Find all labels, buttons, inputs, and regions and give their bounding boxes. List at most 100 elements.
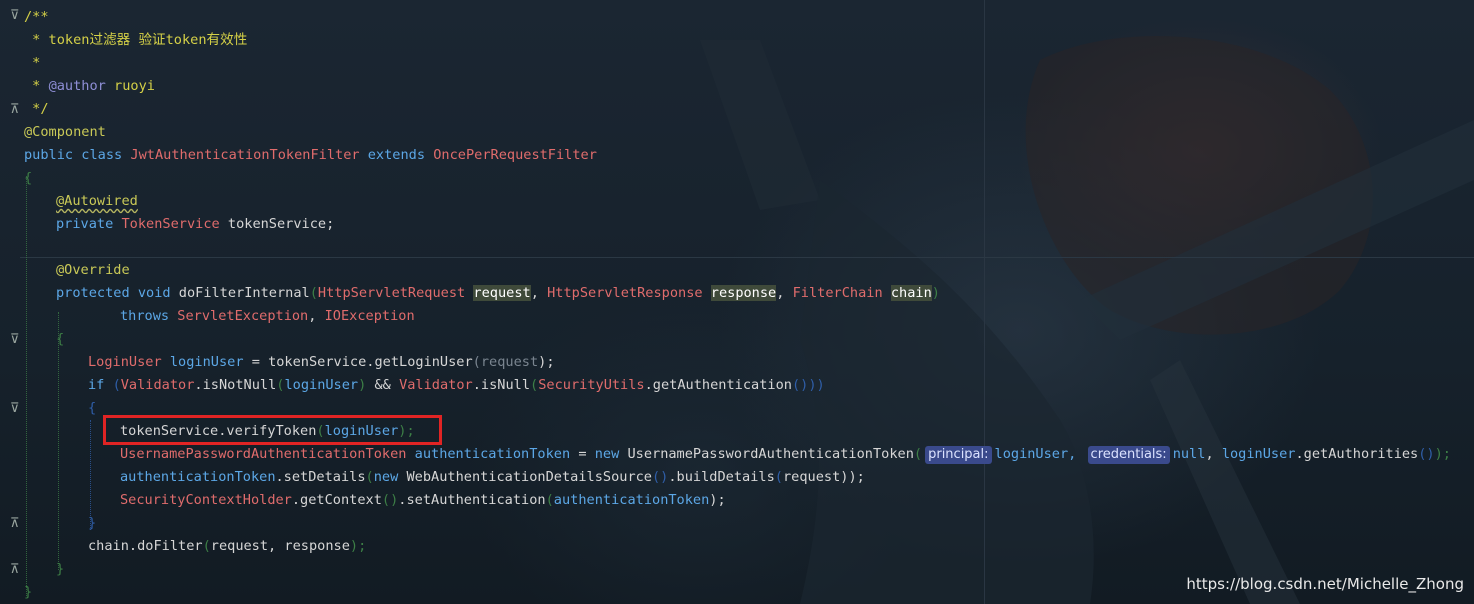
code-line: { — [56, 331, 65, 347]
code-token: () — [652, 469, 669, 485]
code-line: private TokenService tokenService; — [56, 213, 334, 236]
code-token: = — [570, 446, 595, 462]
class-name: JwtAuthenticationTokenFilter — [130, 147, 360, 163]
code-token: , — [776, 285, 793, 301]
code-token: .getAuthentication — [644, 377, 792, 393]
code-token: chain.doFilter — [88, 538, 203, 554]
code-token: .isNotNull — [194, 377, 277, 393]
fold-marker-icon[interactable]: ⊼ — [10, 562, 24, 578]
code-token: ) — [931, 285, 940, 301]
editor-gutter: ⊽ ⊼ ⊽ ⊽ ⊼ ⊼ — [0, 0, 22, 604]
fold-marker-icon[interactable]: ⊽ — [10, 401, 24, 417]
code-token: .getAuthorities — [1295, 446, 1419, 462]
code-line: UsernamePasswordAuthenticationToken auth… — [120, 443, 1451, 466]
code-line: if (Validator.isNotNull(loginUser) && Va… — [88, 374, 825, 397]
class-name: LoginUser — [88, 354, 162, 370]
code-token: ( — [530, 377, 539, 393]
class-name: IOException — [324, 308, 415, 324]
code-token: new — [373, 469, 407, 485]
code-token: ); — [538, 354, 555, 370]
code-line: public class JwtAuthenticationTokenFilte… — [24, 144, 597, 167]
class-name: Validator — [399, 377, 473, 393]
code-token: ( — [913, 446, 923, 462]
indent-guide — [26, 176, 28, 596]
code-line: } — [56, 561, 65, 577]
code-token: ( — [365, 469, 374, 485]
code-token: request — [480, 354, 539, 370]
fold-marker-icon[interactable]: ⊼ — [10, 516, 24, 532]
code-token: .buildDetails — [668, 469, 775, 485]
code-token: ); — [1434, 446, 1451, 462]
class-name: SecurityContextHolder — [120, 492, 292, 508]
watermark: https://blog.csdn.net/Michelle_Zhong — [1186, 575, 1464, 593]
code-token: ( — [202, 538, 211, 554]
code-token: request — [782, 469, 841, 485]
code-token: * — [24, 78, 49, 94]
code-line: chain.doFilter(request, response); — [88, 535, 366, 558]
fold-marker-icon[interactable]: ⊼ — [10, 102, 24, 118]
variable: authenticationToken — [120, 469, 276, 485]
fold-marker-icon[interactable]: ⊽ — [10, 8, 24, 24]
code-token: protected void — [56, 285, 179, 301]
code-token: extends — [359, 147, 434, 163]
code-token: new — [594, 446, 628, 462]
code-line: SecurityContextHolder.getContext().setAu… — [120, 489, 726, 512]
code-line: authenticationToken.setDetails(new WebAu… — [120, 466, 865, 489]
param-hint: credentials: — [1087, 446, 1170, 464]
code-token: , — [530, 285, 548, 301]
code-token: () — [1418, 446, 1435, 462]
code-token: ( — [309, 285, 318, 301]
code-token: ( — [112, 377, 121, 393]
param-highlight: chain — [890, 285, 932, 301]
code-token: .setDetails — [275, 469, 366, 485]
code-token: private — [56, 216, 122, 232]
code-token: .isNull — [472, 377, 531, 393]
code-line: * — [24, 55, 41, 71]
code-token: public class — [24, 147, 131, 163]
right-margin-guide — [984, 0, 985, 604]
class-name: HttpServletResponse — [547, 285, 711, 301]
variable: authenticationToken — [553, 492, 710, 508]
code-line: */ — [24, 101, 49, 117]
code-line: * @author ruoyi — [24, 75, 155, 98]
class-name: UsernamePasswordAuthenticationToken — [120, 446, 407, 462]
code-token: , — [308, 308, 325, 324]
code-token: tokenService; — [219, 216, 335, 232]
code-token: () — [381, 492, 399, 508]
highlight-box — [103, 415, 442, 445]
code-line: throws ServletException, IOException — [120, 305, 415, 328]
code-line: } — [88, 515, 97, 531]
code-token: && — [366, 377, 400, 393]
code-token: () — [791, 377, 809, 393]
class-name: FilterChain — [792, 285, 891, 301]
code-token: ruoyi — [105, 78, 155, 94]
code-token: ( — [545, 492, 554, 508]
code-editor[interactable]: ⊽ ⊼ ⊽ ⊽ ⊼ ⊼ /** * token过滤器 验证token有效性 * … — [0, 0, 1474, 604]
code-token: if — [88, 377, 113, 393]
fold-marker-icon[interactable]: ⊽ — [10, 332, 24, 348]
class-name: OncePerRequestFilter — [433, 147, 597, 163]
code-token: )) — [808, 377, 825, 393]
class-name: SecurityUtils — [538, 377, 645, 393]
variable: loginUser, — [994, 446, 1085, 462]
code-line: @Override — [56, 262, 130, 278]
code-line: @Component — [24, 124, 106, 140]
code-token: ); — [709, 492, 726, 508]
code-token: WebAuthenticationDetailsSource — [406, 469, 652, 485]
code-line: /** — [24, 9, 49, 25]
code-line: { — [88, 400, 97, 416]
param-highlight: response — [710, 285, 777, 301]
code-token: ( — [774, 469, 783, 485]
variable: loginUser — [161, 354, 244, 370]
class-name: ServletException — [177, 308, 309, 324]
code-line: LoginUser loginUser = tokenService.getLo… — [88, 351, 555, 374]
class-name: HttpServletRequest — [317, 285, 474, 301]
class-name: Validator — [120, 377, 195, 393]
variable: authenticationToken — [406, 446, 571, 462]
code-token: UsernamePasswordAuthenticationToken — [627, 446, 914, 462]
code-token: request, response — [210, 538, 350, 554]
code-line: } — [24, 584, 33, 600]
code-line: * token过滤器 验证token有效性 — [24, 32, 248, 48]
code-token: ( — [472, 354, 481, 370]
code-line: { — [24, 170, 33, 186]
